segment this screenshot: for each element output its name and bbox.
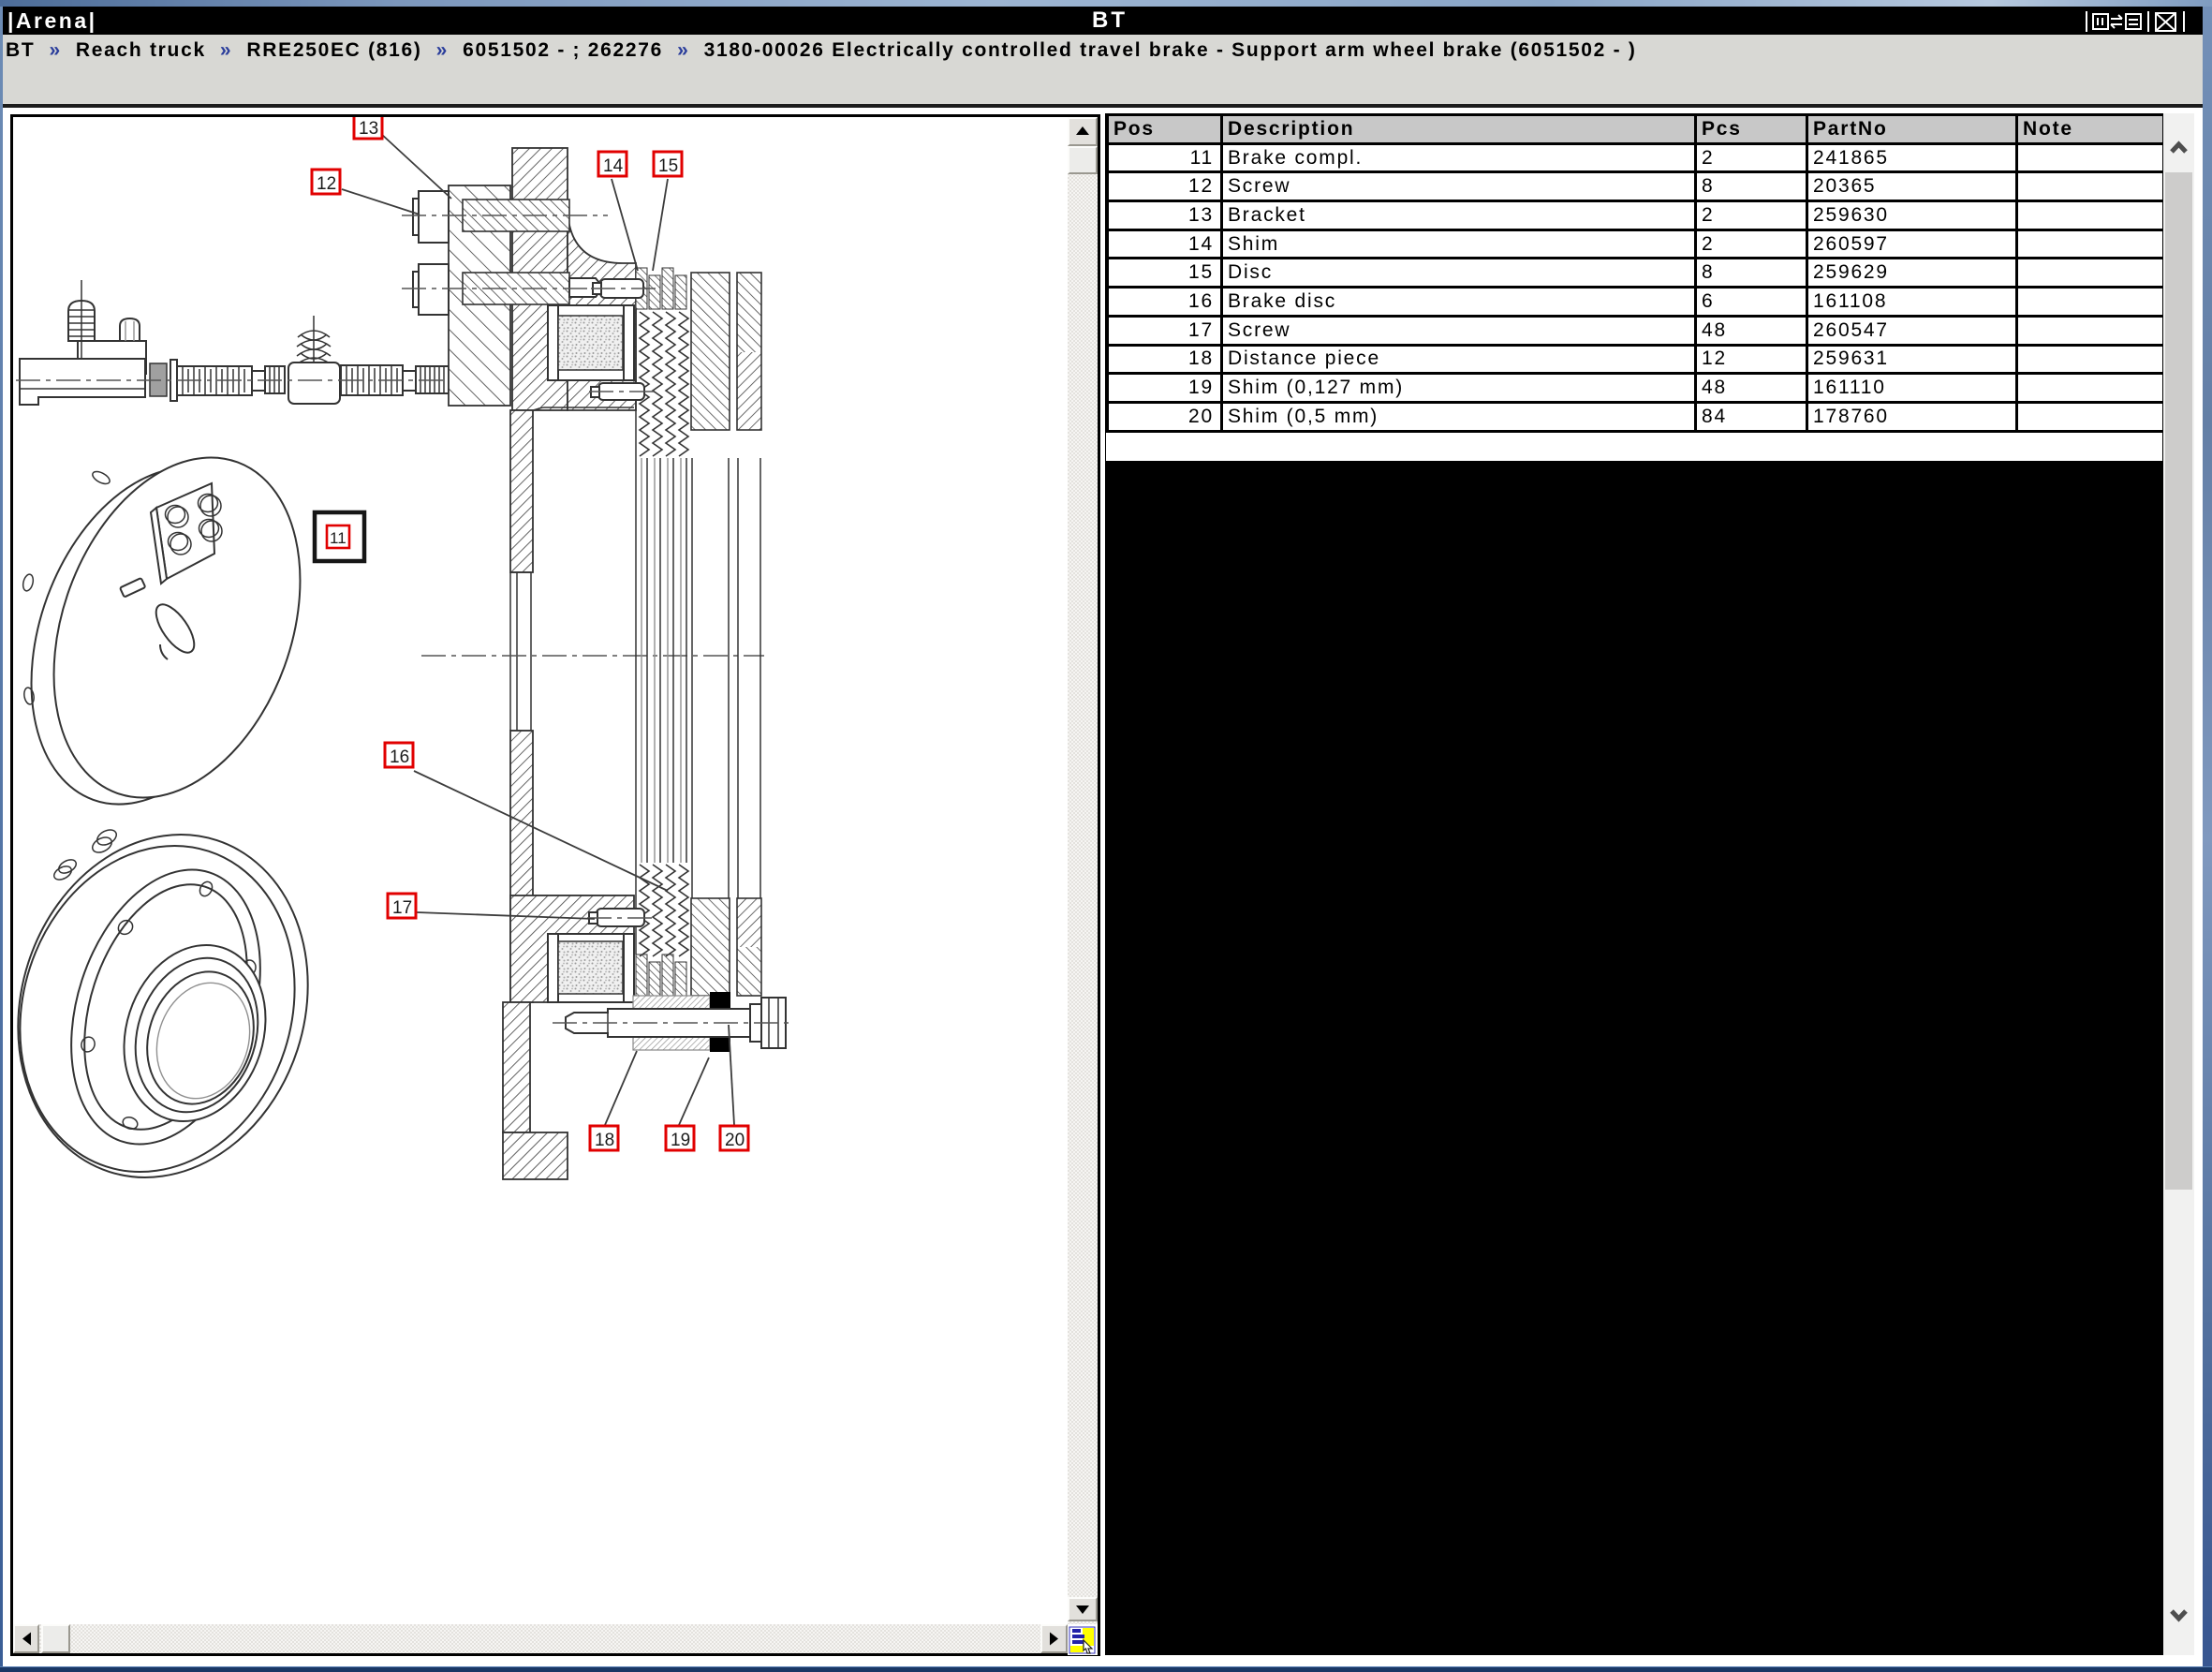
svg-text:19: 19 bbox=[671, 1131, 690, 1150]
svg-text:16: 16 bbox=[390, 747, 409, 767]
svg-text:13: 13 bbox=[359, 119, 378, 139]
svg-text:15: 15 bbox=[658, 156, 678, 176]
svg-text:11: 11 bbox=[330, 529, 347, 547]
svg-text:20: 20 bbox=[725, 1131, 745, 1150]
svg-text:14: 14 bbox=[603, 156, 624, 176]
svg-text:12: 12 bbox=[317, 174, 336, 194]
svg-text:17: 17 bbox=[392, 898, 412, 918]
svg-text:18: 18 bbox=[595, 1131, 614, 1150]
